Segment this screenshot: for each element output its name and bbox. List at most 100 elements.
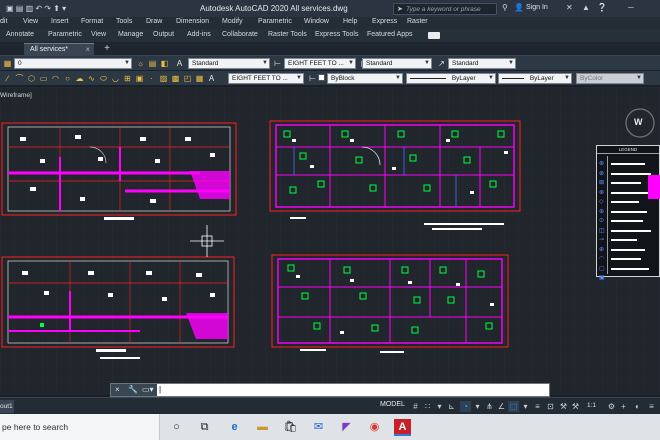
ribbon-toggle-button[interactable] [428,32,440,39]
hatch-icon[interactable]: ▨ [158,73,169,84]
tab-featured-apps[interactable]: Featured Apps [367,31,413,38]
help-icon[interactable]: ▲ [582,3,590,12]
menu-insert[interactable]: Insert [51,18,69,25]
point-icon[interactable]: · [146,73,157,84]
dim-style-dropdown-2[interactable]: EIGHT FEET TO ... ▼ [228,73,304,84]
lineweight-icon[interactable]: ≡ [532,401,543,412]
draw-line-icon[interactable]: ∕ [2,73,13,84]
close-icon[interactable]: × [115,385,120,394]
selection-cycling-icon[interactable]: ⊡ [545,401,556,412]
layer-match-icon[interactable]: ◧ [159,58,170,69]
polyline-icon[interactable]: ⌒ [14,73,25,84]
task-view-icon[interactable]: ⧉ [196,419,213,436]
mtext-icon[interactable]: A [206,73,217,84]
dim-style-dropdown[interactable]: EIGHT FEET TO ... ▼ [284,58,356,69]
isodraft-icon[interactable]: ⋔ [484,401,495,412]
table-style-dropdown[interactable]: Standard ▼ [362,58,432,69]
tab-manage[interactable]: Manage [118,31,143,38]
ortho-icon[interactable]: ⊾ [446,401,457,412]
gradient-icon[interactable]: ▩ [170,73,181,84]
text-style-dropdown[interactable]: Standard ▼ [188,58,270,69]
dim-update-icon[interactable]: ⊢ [307,73,318,84]
color-dropdown[interactable]: ByBlock ▼ [327,73,403,84]
cortana-icon[interactable]: ○ [168,419,185,436]
new-tab-button[interactable]: + [101,43,113,55]
menu-window[interactable]: Window [304,18,329,25]
menu-parametric[interactable]: Parametric [258,18,292,25]
tab-add-ins[interactable]: Add-ins [187,31,211,38]
search-icon[interactable]: ⚲ [502,3,508,12]
menu-help[interactable]: Help [343,18,357,25]
osnap-dropdown-icon[interactable]: ▾ [520,401,531,412]
annotation-visibility-icon[interactable]: ⚒ [558,401,569,412]
ellipse-icon[interactable]: ⬭ [98,73,109,84]
document-tab-all-services[interactable]: All services* × [24,43,94,56]
taskbar-search-input[interactable]: pe here to search [0,414,160,440]
isolate-icon[interactable]: ◐ [632,401,643,412]
mleader-style-dropdown[interactable]: Standard ▼ [448,58,516,69]
sign-in-button[interactable]: Sign In [526,4,548,11]
file-explorer-icon[interactable]: ▬ [254,419,271,436]
viewport-style-label[interactable]: Wireframe] [0,92,32,99]
plotstyle-dropdown[interactable]: ByColor ▼ [576,73,644,84]
command-line[interactable]: × 🔧 ▭▾ | [110,383,550,397]
polar-tracking-icon[interactable]: ◔ [460,401,471,412]
lineweight-dropdown[interactable]: ByLayer ▼ [498,73,572,84]
store-icon[interactable]: 🛍 [282,419,299,436]
dim-style-icon[interactable]: ⊢ [272,58,283,69]
menu-edit[interactable]: dit [0,18,7,25]
spline-icon[interactable]: ∿ [86,73,97,84]
grid-icon[interactable]: # [410,401,421,412]
arc-icon[interactable]: ◠ [50,73,61,84]
mleader-style-icon[interactable]: ↗ [436,58,447,69]
mail-icon[interactable]: ✉ [310,419,327,436]
minimize-icon[interactable]: ─ [628,3,634,12]
chrome-icon[interactable]: ◉ [366,419,383,436]
model-space-button[interactable]: MODEL [380,401,405,408]
menu-dimension[interactable]: Dimension [176,18,209,25]
menu-draw[interactable]: Draw [146,18,162,25]
menu-tools[interactable]: Tools [116,18,132,25]
tab-output[interactable]: Output [153,31,174,38]
revcloud-icon[interactable]: ☁ [74,73,85,84]
menu-express[interactable]: Express [372,18,397,25]
menu-modify[interactable]: Modify [222,18,243,25]
menu-view[interactable]: View [23,18,38,25]
settings-gear-icon[interactable]: ⚙ [606,401,617,412]
customization-icon[interactable]: ≡ [646,401,657,412]
recent-commands-icon[interactable]: ▭▾ [142,385,154,394]
compass-letter[interactable]: W [634,117,643,127]
linetype-dropdown[interactable]: ByLayer ▼ [406,73,496,84]
drawing-canvas[interactable]: Wireframe] W LEGEND ⊗ ⊗ ⊠ ⊗ ◇ ⊕ ⊙ ◫ ⊸ ⊕ ◠ ▢ ▣ [0,87,660,395]
search-input[interactable]: ➤ Type a keyword or phrase [393,3,497,15]
menu-format[interactable]: Format [81,18,103,25]
insert-block-icon[interactable]: ⊞ [122,73,133,84]
plus-icon[interactable]: + [618,401,629,412]
help-dropdown-icon[interactable]: ❔ [597,3,607,12]
tab-view[interactable]: View [91,31,106,38]
table-icon[interactable]: ▦ [194,73,205,84]
make-block-icon[interactable]: ▣ [134,73,145,84]
close-icon[interactable]: × [85,45,90,54]
layer-properties-icon[interactable]: ▦ [2,58,13,69]
region-icon[interactable]: ◰ [182,73,193,84]
menu-raster[interactable]: Raster [407,18,428,25]
tab-parametric[interactable]: Parametric [48,31,82,38]
quick-access-icons[interactable]: ▣ ▤ ▥ ↶ ↷ ⬆ ▾ [6,4,66,13]
snap-icon[interactable]: ∷ [422,401,433,412]
tab-collaborate[interactable]: Collaborate [222,31,258,38]
polygon-icon[interactable]: ⬡ [26,73,37,84]
layer-state-icon[interactable]: ☼ [135,58,146,69]
object-snap-icon[interactable]: ⬚ [508,401,519,412]
ellipse-arc-icon[interactable]: ◡ [110,73,121,84]
edge-browser-icon[interactable]: e [226,419,243,436]
visual-studio-icon[interactable]: ◤ [338,419,355,436]
tab-annotate[interactable]: Annotate [6,31,34,38]
customize-icon[interactable]: 🔧 [128,385,138,394]
polar-dropdown-icon[interactable]: ▾ [472,401,483,412]
circle-icon[interactable]: ○ [62,73,73,84]
object-snap-tracking-icon[interactable]: ∠ [496,401,507,412]
autoscale-icon[interactable]: ⚒ [570,401,581,412]
text-style-icon[interactable]: A [174,58,185,69]
autocad-taskbar-icon[interactable]: A [394,419,411,436]
